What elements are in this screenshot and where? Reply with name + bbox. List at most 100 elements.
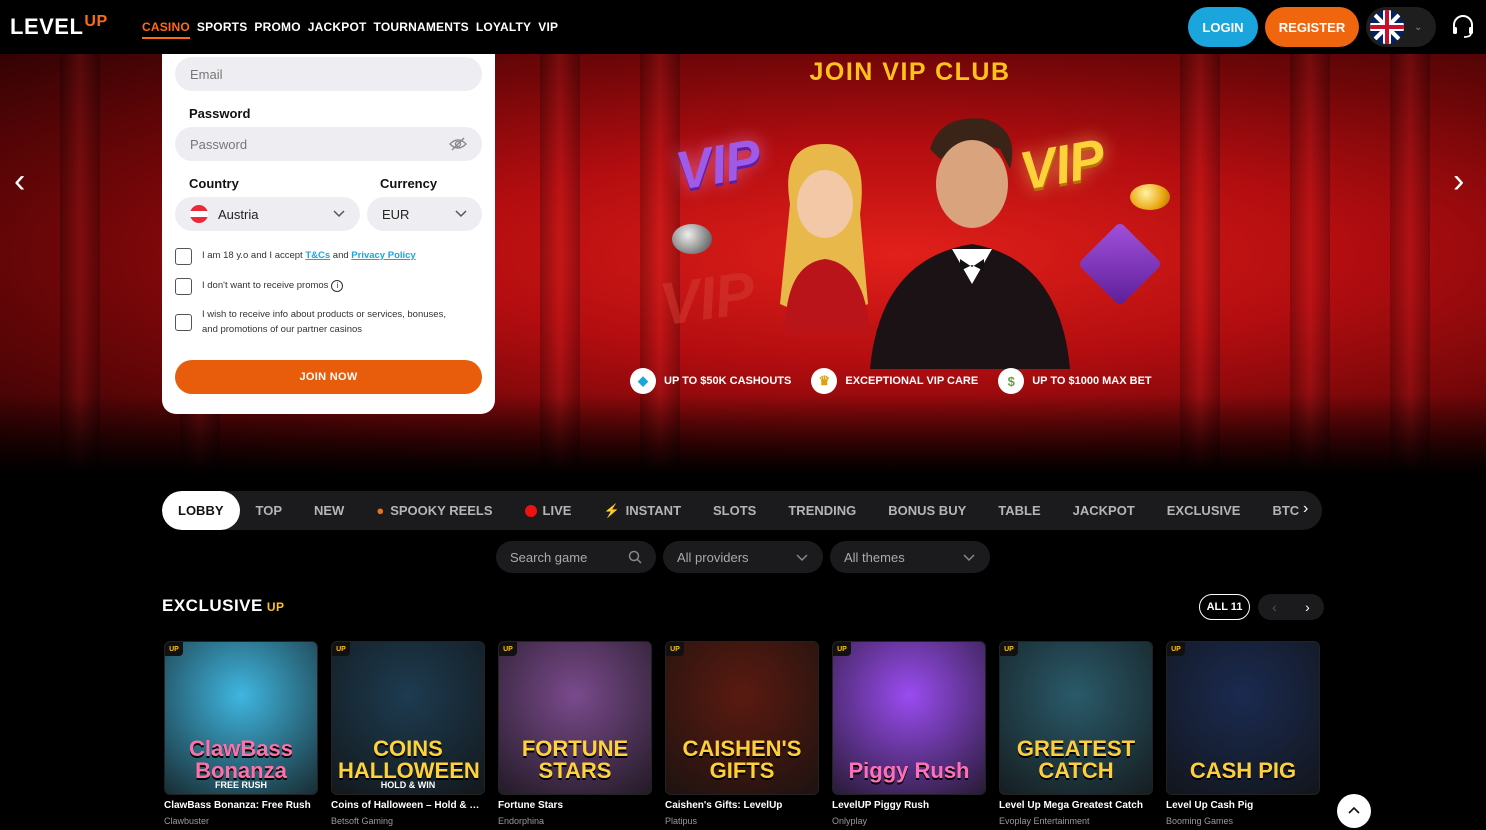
terms-link[interactable]: T&Cs (305, 250, 330, 261)
terms-checkbox[interactable] (175, 248, 192, 265)
game-name[interactable]: Level Up Cash Pig (1166, 800, 1322, 811)
purple-gem-image (1077, 221, 1163, 307)
hero-prev-arrow[interactable]: ‹ (14, 164, 34, 198)
game-card[interactable]: UP GREATEST CATCH Level Up Mega Greatest C… (999, 641, 1155, 826)
chevron-right-icon[interactable]: › (1303, 500, 1308, 518)
partner-checkbox[interactable] (175, 314, 192, 331)
country-select[interactable]: Austria (175, 197, 360, 231)
search-input[interactable]: Search game (496, 541, 656, 573)
pumpkin-icon: ● (376, 503, 385, 518)
levelup-badge-icon: UP (499, 642, 517, 656)
main-nav: CASINO SPORTS PROMO JACKPOT TOURNAMENTS … (142, 20, 558, 39)
tab-spooky-reels[interactable]: ● SPOOKY REELS (360, 491, 508, 530)
email-field[interactable]: Email (175, 57, 482, 91)
tab-jackpot[interactable]: JACKPOT (1057, 491, 1151, 530)
tab-instant[interactable]: ⚡ INSTANT (587, 491, 697, 530)
game-card[interactable]: UP Piggy Rush LevelUP Piggy Rush Onlyplay (832, 641, 988, 826)
headset-icon[interactable] (1450, 13, 1476, 39)
chevron-left-icon[interactable]: ‹ (1272, 599, 1277, 615)
game-thumbnail[interactable]: UP CAISHEN'S GIFTS (665, 641, 819, 795)
currency-select[interactable]: EUR (367, 197, 482, 231)
game-thumbnail[interactable]: UP COINS HALLOWEEN HOLD & WIN (331, 641, 485, 795)
hero-next-arrow[interactable]: › (1453, 164, 1473, 198)
providers-select[interactable]: All providers (663, 541, 823, 573)
search-icon (628, 550, 642, 564)
register-button[interactable]: REGISTER (1265, 7, 1359, 47)
game-name[interactable]: ClawBass Bonanza: Free Rush (164, 800, 320, 811)
game-provider: Clawbuster (164, 816, 210, 826)
carousel-pager: ‹ › (1258, 594, 1324, 620)
game-provider: Platipus (665, 816, 698, 826)
chevron-up-icon (1348, 806, 1360, 814)
eye-icon[interactable] (449, 136, 467, 152)
game-card[interactable]: UP COINS HALLOWEEN HOLD & WIN Coins of Hall… (331, 641, 487, 826)
promos-checkbox[interactable] (175, 278, 192, 295)
password-field[interactable]: Password (175, 127, 482, 161)
hero-title: JOIN VIP CLUB (809, 58, 1011, 86)
nav-promo[interactable]: PROMO (254, 20, 300, 39)
currency-label: Currency (380, 176, 438, 191)
chevron-right-icon[interactable]: › (1305, 599, 1310, 615)
nav-jackpot[interactable]: JACKPOT (308, 20, 367, 39)
tab-slots[interactable]: SLOTS (697, 491, 772, 530)
game-provider: Evoplay Entertainment (999, 816, 1090, 826)
nav-loyalty[interactable]: LOYALTY (476, 20, 531, 39)
game-card[interactable]: UP CAISHEN'S GIFTS Caishen's Gifts: LevelU… (665, 641, 821, 826)
game-art-subtitle: FREE RUSH (214, 780, 267, 790)
game-thumbnail[interactable]: UP CASH PIG (1166, 641, 1320, 795)
scroll-to-top-button[interactable] (1337, 794, 1371, 828)
game-name[interactable]: Caishen's Gifts: LevelUp (665, 800, 821, 811)
nav-sports[interactable]: SPORTS (197, 20, 248, 39)
language-selector[interactable]: ⌄ (1366, 7, 1436, 47)
themes-select[interactable]: All themes (830, 541, 990, 573)
lightning-icon: ⚡ (603, 502, 620, 518)
game-thumbnail[interactable]: UP Piggy Rush (832, 641, 986, 795)
info-icon[interactable]: i (331, 280, 344, 292)
game-name[interactable]: Coins of Halloween – Hold & Win (331, 800, 487, 811)
tab-table[interactable]: TABLE (982, 491, 1056, 530)
levelup-badge-icon: UP (1000, 642, 1018, 656)
game-provider: Booming Games (1166, 816, 1234, 826)
levelup-badge-icon: UP (1167, 642, 1185, 656)
levelup-badge-icon: UP (833, 642, 851, 656)
game-thumbnail[interactable]: UP ClawBass Bonanza FREE RUSH (164, 641, 318, 795)
join-now-button[interactable]: JOIN NOW (175, 360, 482, 394)
view-all-button[interactable]: ALL 11 (1199, 594, 1250, 620)
tab-live[interactable]: LIVE (509, 491, 588, 530)
game-card[interactable]: UP CASH PIG Level Up Cash Pig Booming Games (1166, 641, 1322, 826)
levelup-badge-icon: UP (332, 642, 350, 656)
vip-perks: ◆ UP TO $50K CASHOUTS ♛ EXCEPTIONAL VIP … (630, 368, 1152, 394)
game-thumbnail[interactable]: UP GREATEST CATCH (999, 641, 1153, 795)
game-name[interactable]: LevelUP Piggy Rush (832, 800, 988, 811)
nav-casino[interactable]: CASINO (142, 20, 190, 39)
game-name[interactable]: Level Up Mega Greatest Catch (999, 800, 1155, 811)
privacy-policy-link[interactable]: Privacy Policy (351, 250, 415, 261)
tab-lobby[interactable]: LOBBY (162, 491, 240, 530)
perk-max-bet: $ UP TO $1000 MAX BET (998, 368, 1152, 394)
tab-bonus-buy[interactable]: BONUS BUY (872, 491, 982, 530)
levelup-logo[interactable]: LEVELUP (10, 13, 108, 40)
tab-trending[interactable]: TRENDING (772, 491, 872, 530)
promos-optout: I don't want to receive promos i (175, 278, 344, 295)
game-card[interactable]: UP ClawBass Bonanza FREE RUSH ClawBass Bona… (164, 641, 320, 826)
game-card[interactable]: UP FORTUNE STARS Fortune Stars Endorphina (498, 641, 654, 826)
game-thumbnail[interactable]: UP FORTUNE STARS (498, 641, 652, 795)
category-tabs: LOBBY TOP NEW ● SPOOKY REELS LIVE ⚡ INSTAN… (162, 491, 1322, 530)
nav-tournaments[interactable]: TOURNAMENTS (374, 20, 469, 39)
chevron-down-icon (455, 210, 467, 218)
game-name[interactable]: Fortune Stars (498, 800, 654, 811)
silver-coin-image (672, 224, 712, 254)
tab-exclusive[interactable]: EXCLUSIVE (1151, 491, 1257, 530)
nav-vip[interactable]: VIP (538, 20, 558, 39)
diamond-icon: ◆ (630, 368, 656, 394)
login-button[interactable]: LOGIN (1188, 7, 1258, 47)
terms-consent: I am 18 y.o and I accept T&Cs and Privac… (175, 248, 416, 265)
gold-coin-image (1130, 184, 1170, 210)
tab-top[interactable]: TOP (240, 491, 299, 530)
tab-new[interactable]: NEW (298, 491, 360, 530)
game-art-title: FORTUNE STARS (521, 736, 629, 783)
country-label: Country (189, 176, 239, 191)
top-header: LEVELUP CASINO SPORTS PROMO JACKPOT TOUR… (0, 0, 1486, 54)
game-provider: Betsoft Gaming (331, 816, 394, 826)
crown-icon: ♛ (811, 368, 838, 394)
